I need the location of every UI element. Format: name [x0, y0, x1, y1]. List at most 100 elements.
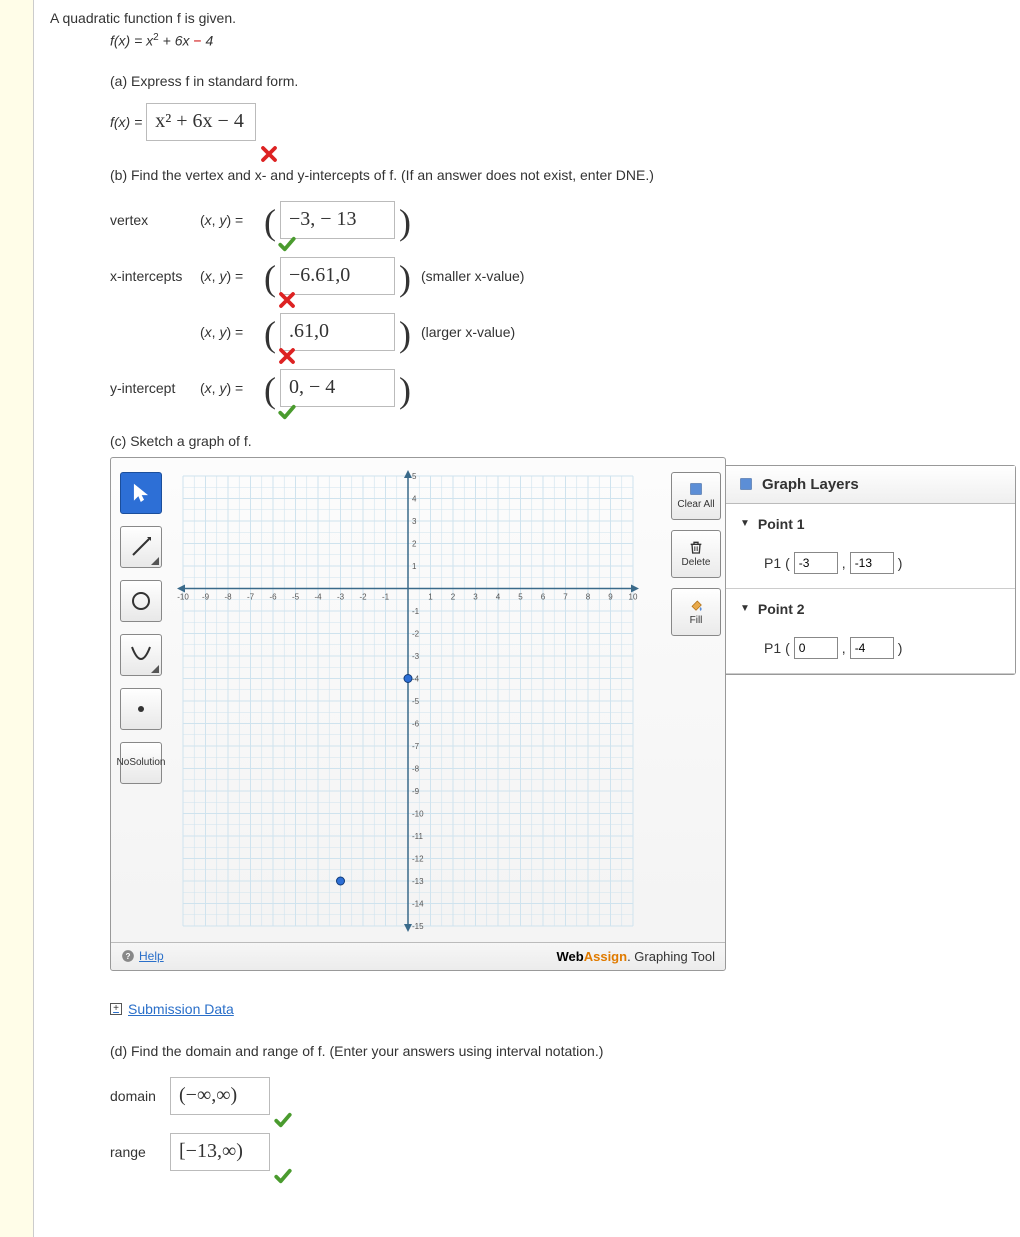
incorrect-icon: [278, 291, 296, 309]
svg-text:-10: -10: [412, 809, 424, 818]
svg-text:-15: -15: [412, 922, 424, 931]
part-c-prompt: (c) Sketch a graph of f.: [110, 433, 1020, 449]
svg-text:8: 8: [586, 592, 591, 601]
expand-icon: +: [110, 1003, 122, 1015]
svg-text:-1: -1: [412, 607, 420, 616]
svg-text:4: 4: [412, 494, 417, 503]
intro-text: A quadratic function f is given.: [50, 10, 1020, 26]
answer-box-part-a[interactable]: x² + 6x − 4: [146, 103, 256, 141]
svg-text:9: 9: [608, 592, 613, 601]
xy-label: (x, y) =: [200, 324, 260, 340]
p1-label: P1: [764, 555, 781, 571]
svg-text:-5: -5: [412, 697, 420, 706]
svg-text:5: 5: [412, 472, 417, 481]
svg-text:-9: -9: [412, 787, 420, 796]
xy-label: (x, y) =: [200, 380, 260, 396]
svg-text:-3: -3: [337, 592, 345, 601]
note-larger-x: (larger x-value): [421, 324, 515, 340]
svg-text:?: ?: [126, 952, 131, 961]
part-d-prompt: (d) Find the domain and range of f. (Ent…: [110, 1043, 1020, 1059]
svg-text:6: 6: [541, 592, 546, 601]
svg-text:-8: -8: [412, 764, 420, 773]
svg-text:-7: -7: [412, 742, 420, 751]
svg-text:-1: -1: [382, 592, 390, 601]
answer-box-xint-large[interactable]: .61,0: [280, 313, 395, 351]
tool-circle[interactable]: [120, 580, 162, 622]
xy-label: (x, y) =: [200, 268, 260, 284]
svg-text:1: 1: [428, 592, 433, 601]
domain-label: domain: [110, 1088, 170, 1104]
answer-box-vertex[interactable]: −3, − 13: [280, 201, 395, 239]
tool-parabola[interactable]: [120, 634, 162, 676]
label-xint: x-intercepts: [110, 268, 200, 284]
svg-text:1: 1: [412, 562, 417, 571]
answer-box-domain[interactable]: (−∞,∞): [170, 1077, 270, 1115]
fx-label-a: f(x) =: [110, 114, 142, 130]
svg-text:-13: -13: [412, 877, 424, 886]
incorrect-icon: [260, 145, 278, 163]
layers-title: Graph Layers: [762, 476, 859, 493]
answer-box-range[interactable]: [−13,∞): [170, 1133, 270, 1171]
point1-x-input[interactable]: [794, 552, 838, 574]
svg-text:-11: -11: [412, 832, 424, 841]
correct-icon: [274, 1111, 292, 1129]
chevron-down-icon: ▼: [740, 518, 750, 529]
help-icon: ?: [121, 949, 135, 963]
graph-grid[interactable]: -10-9-8-7-6-5-4-3-2-11234567891054321-1-…: [173, 466, 643, 936]
svg-text:-3: -3: [412, 652, 420, 661]
svg-text:-2: -2: [412, 629, 420, 638]
svg-text:10: 10: [629, 592, 638, 601]
correct-icon: [278, 403, 296, 421]
correct-icon: [278, 235, 296, 253]
answer-box-yint[interactable]: 0, − 4: [280, 369, 395, 407]
fill-button[interactable]: Fill: [671, 588, 721, 636]
note-smaller-x: (smaller x-value): [421, 268, 524, 284]
svg-text:-14: -14: [412, 899, 424, 908]
answer-box-xint-small[interactable]: −6.61,0: [280, 257, 395, 295]
label-yint: y-intercept: [110, 380, 200, 396]
clear-all-button[interactable]: Clear All: [671, 472, 721, 520]
svg-text:7: 7: [563, 592, 568, 601]
svg-text:-2: -2: [359, 592, 367, 601]
svg-text:-10: -10: [177, 592, 189, 601]
point1-y-input[interactable]: [850, 552, 894, 574]
label-vertex: vertex: [110, 212, 200, 228]
tool-pointer[interactable]: [120, 472, 162, 514]
layer-toggle-point-2[interactable]: ▼ Point 2: [726, 589, 1015, 629]
chevron-down-icon: ▼: [740, 603, 750, 614]
svg-text:-6: -6: [269, 592, 277, 601]
svg-text:3: 3: [473, 592, 478, 601]
svg-text:-7: -7: [247, 592, 255, 601]
point2-x-input[interactable]: [794, 637, 838, 659]
part-a-prompt: (a) Express f in standard form.: [110, 73, 1020, 89]
svg-text:-6: -6: [412, 719, 420, 728]
svg-text:-9: -9: [202, 592, 210, 601]
layers-icon: [738, 476, 754, 492]
p2-label: P1: [764, 640, 781, 656]
svg-text:-12: -12: [412, 854, 424, 863]
svg-text:-4: -4: [314, 592, 322, 601]
point2-y-input[interactable]: [850, 637, 894, 659]
svg-text:-4: -4: [412, 674, 420, 683]
help-link[interactable]: ? Help: [121, 949, 164, 963]
submission-data-link[interactable]: + Submission Data: [110, 1001, 1020, 1017]
delete-button[interactable]: Delete: [671, 530, 721, 578]
incorrect-icon: [278, 347, 296, 365]
svg-text:4: 4: [496, 592, 501, 601]
xy-label: (x, y) =: [200, 212, 260, 228]
part-b-prompt: (b) Find the vertex and x- and y-interce…: [110, 167, 1020, 183]
tool-no-solution[interactable]: NoSolution: [120, 742, 162, 784]
svg-text:5: 5: [518, 592, 523, 601]
correct-icon: [274, 1167, 292, 1185]
svg-text:2: 2: [451, 592, 456, 601]
range-label: range: [110, 1144, 170, 1160]
function-equation: f(x) = x2 + 6x − 4: [110, 32, 1020, 49]
svg-text:3: 3: [412, 517, 417, 526]
tool-point[interactable]: [120, 688, 162, 730]
graph-layers-panel: Graph Layers ▼ Point 1 P1 ( , ) ▼: [726, 465, 1016, 675]
svg-text:2: 2: [412, 539, 417, 548]
svg-text:-5: -5: [292, 592, 300, 601]
tool-line[interactable]: [120, 526, 162, 568]
brand-label: WebAssign. Graphing Tool: [557, 949, 716, 964]
layer-toggle-point-1[interactable]: ▼ Point 1: [726, 504, 1015, 544]
